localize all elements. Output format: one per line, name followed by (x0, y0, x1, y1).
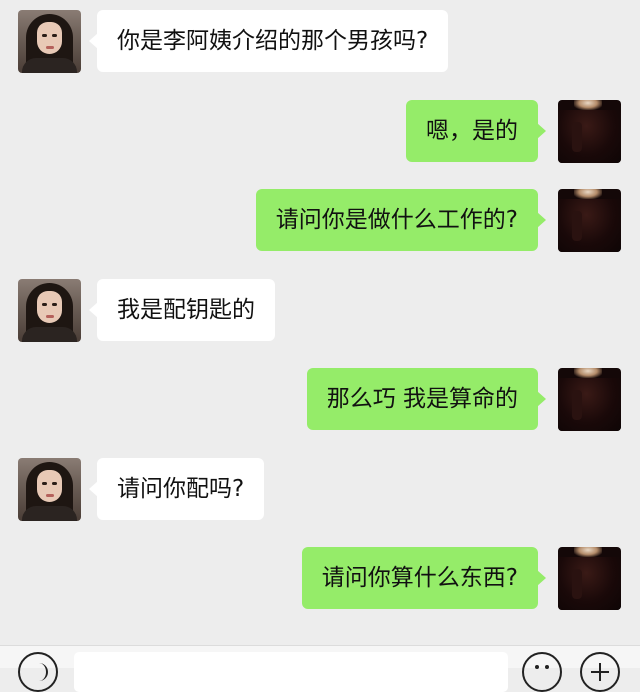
outgoing-message-bubble[interactable]: 请问你是做什么工作的? (255, 189, 547, 251)
my-avatar[interactable] (558, 100, 621, 163)
incoming-message-bubble[interactable]: 你是李阿姨介绍的那个男孩吗? (88, 10, 449, 72)
input-bar (0, 645, 640, 692)
emoji-icon[interactable] (522, 652, 562, 692)
message-row: 你是李阿姨介绍的那个男孩吗? (0, 10, 640, 74)
message-input[interactable] (74, 652, 508, 692)
incoming-message-bubble[interactable]: 我是配钥匙的 (89, 279, 275, 341)
plus-icon[interactable] (580, 652, 620, 692)
message-row: 嗯，是的 (0, 100, 640, 164)
my-avatar[interactable] (558, 547, 621, 610)
chat-area: 你是李阿姨介绍的那个男孩吗? 嗯，是的 请问你是做什么工作的? 我是配钥匙的 那… (0, 0, 640, 645)
contact-avatar[interactable] (18, 10, 81, 73)
contact-avatar[interactable] (18, 458, 81, 521)
incoming-message-bubble[interactable]: 请问你配吗? (88, 458, 265, 520)
voice-icon[interactable] (18, 652, 58, 692)
message-row: 那么巧 我是算命的 (0, 368, 640, 432)
message-row: 请问你算什么东西? (0, 547, 640, 611)
my-avatar[interactable] (558, 189, 621, 252)
message-row: 请问你是做什么工作的? (0, 189, 640, 253)
message-row: 请问你配吗? (0, 458, 640, 522)
outgoing-message-bubble[interactable]: 请问你算什么东西? (301, 547, 547, 609)
my-avatar[interactable] (558, 368, 621, 431)
message-row: 我是配钥匙的 (0, 279, 640, 343)
outgoing-message-bubble[interactable]: 那么巧 我是算命的 (306, 368, 547, 430)
contact-avatar[interactable] (18, 279, 81, 342)
outgoing-message-bubble[interactable]: 嗯，是的 (406, 100, 546, 162)
